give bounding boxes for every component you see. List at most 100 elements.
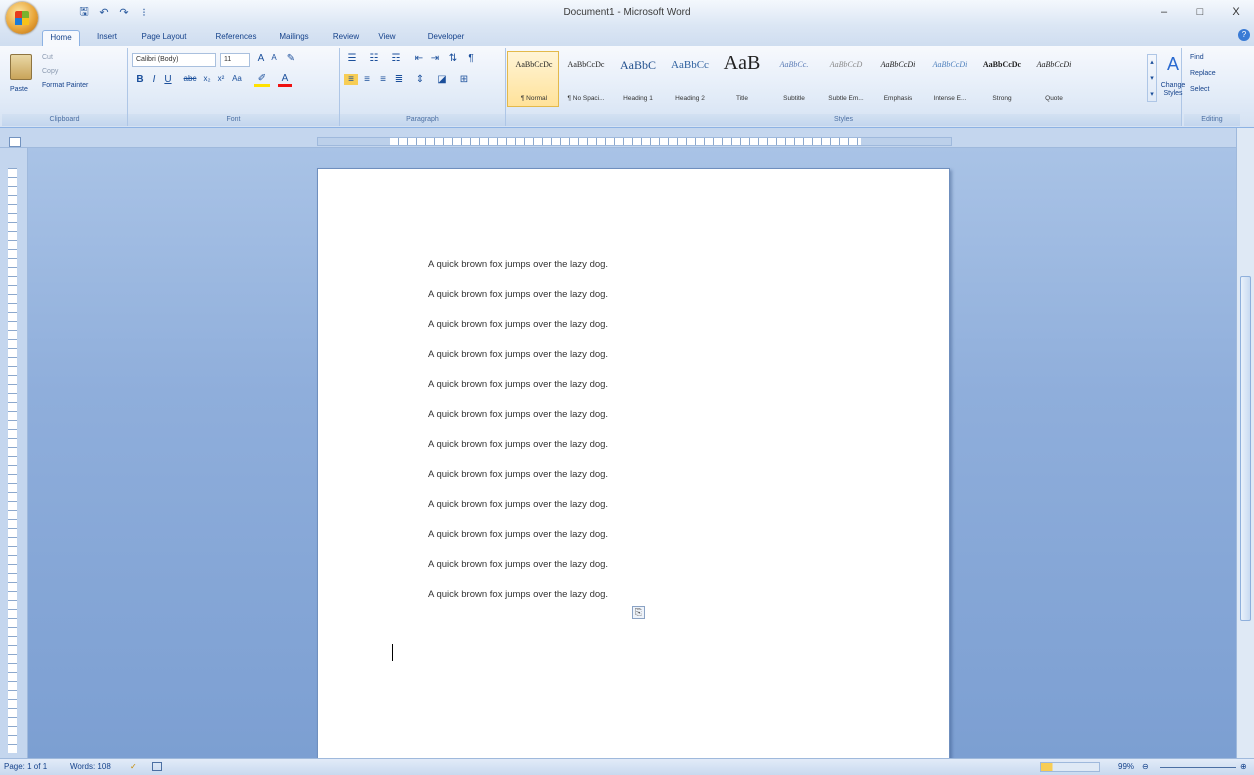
style-subtitle[interactable]: AaBbCc. Subtitle [767,51,819,107]
align-left-icon[interactable]: ≡ [344,74,358,85]
styles-scroll-icon[interactable]: ▴ ▾ ▾ [1147,54,1157,102]
numbering-icon[interactable]: ☷ [366,53,382,64]
tab-view[interactable]: View [372,30,402,46]
help-icon[interactable]: ? [1238,29,1250,41]
style-name: Heading 1 [623,95,653,102]
macro-record-icon[interactable] [152,762,162,771]
style-heading-2[interactable]: AaBbCc Heading 2 [663,51,715,107]
ribbon: Paste Cut Copy Format Painter Clipboard … [0,46,1254,128]
text-line: A quick brown fox jumps over the lazy do… [428,559,609,570]
bullets-icon[interactable]: ☰ [344,53,360,64]
style-sample: AaBbCcDi [880,60,916,69]
word-count[interactable]: Words: 108 [70,762,111,771]
style-name: Intense E... [933,95,967,102]
zoom-out-icon[interactable]: ⊖ [1142,762,1149,771]
show-formatting-icon[interactable]: ¶ [464,53,478,64]
sort-icon[interactable]: ⇅ [446,53,460,64]
italic-icon[interactable]: I [148,74,160,85]
replace-button[interactable]: Replace [1190,70,1216,77]
tab-developer[interactable]: Developer [420,30,472,46]
proofing-icon[interactable]: ✓ [130,762,137,771]
style-sample: AaBbCc. [779,60,809,69]
style-sample: AaBbCcDi [1036,60,1072,69]
zoom-level[interactable]: 99% [1118,762,1134,771]
change-case-icon[interactable]: Aa [228,74,246,83]
style-heading-1[interactable]: AaBbC Heading 1 [611,51,663,107]
justify-icon[interactable]: ≣ [392,74,406,85]
document-page[interactable]: A quick brown fox jumps over the lazy do… [317,168,950,768]
tab-review[interactable]: Review [328,30,364,46]
style-subtle-emphasis[interactable]: AaBbCcD Subtle Em... [819,51,871,107]
vertical-ruler-scale [8,168,17,753]
change-styles-button[interactable]: Change Styles [1160,82,1186,98]
cut-button[interactable]: Cut [42,54,53,61]
superscript-icon[interactable]: x² [214,74,228,83]
text-line: A quick brown fox jumps over the lazy do… [428,439,609,450]
bold-icon[interactable]: B [134,74,146,85]
text-line: A quick brown fox jumps over the lazy do… [428,589,609,600]
font-name-select[interactable]: Calibri (Body) [132,53,216,67]
shrink-font-icon[interactable]: A [268,53,280,62]
highlight-icon[interactable]: ✐ [254,73,270,87]
window-title: Document1 - Microsoft Word [563,7,691,18]
tab-selector-icon[interactable] [9,137,21,147]
style-name: Subtle Em... [828,95,864,102]
paste-button[interactable]: Paste [10,86,28,93]
style-emphasis[interactable]: AaBbCcDi Emphasis [871,51,923,107]
font-color-icon[interactable]: A [278,73,292,87]
font-size-select[interactable]: 11 [220,53,250,67]
paragraph-label: Paragraph [340,114,505,126]
format-painter-button[interactable]: Format Painter [42,82,88,89]
editing-group: Find Replace Select Editing [1184,48,1240,126]
office-logo-icon [15,11,29,25]
underline-icon[interactable]: U [162,74,174,85]
style-intense-emphasis[interactable]: AaBbCcDi Intense E... [923,51,975,107]
decrease-indent-icon[interactable]: ⇤ [412,53,426,64]
line-spacing-icon[interactable]: ⇕ [412,74,428,85]
multilevel-list-icon[interactable]: ☶ [388,53,404,64]
tab-references[interactable]: References [208,30,264,46]
zoom-in-icon[interactable]: ⊕ [1240,762,1247,771]
style-strong[interactable]: AaBbCcDc Strong [975,51,1027,107]
style-no-spacing[interactable]: AaBbCcDc ¶ No Spaci... [559,51,611,107]
borders-icon[interactable]: ⊞ [456,74,472,85]
office-button[interactable] [6,2,38,34]
tab-insert[interactable]: Insert [90,30,124,46]
tab-home[interactable]: Home [42,30,80,46]
zoom-slider[interactable] [1160,767,1236,768]
text-line: A quick brown fox jumps over the lazy do… [428,289,609,300]
align-center-icon[interactable]: ≡ [360,74,374,85]
text-line: A quick brown fox jumps over the lazy do… [428,469,609,480]
maximize-button[interactable]: □ [1190,3,1210,21]
page-count[interactable]: Page: 1 of 1 [4,762,47,771]
strikethrough-icon[interactable]: abc [182,74,198,83]
clear-formatting-icon[interactable]: ✎ [284,53,298,64]
view-buttons[interactable] [1040,762,1100,772]
paste-icon[interactable] [10,54,32,80]
copy-button[interactable]: Copy [42,68,58,75]
close-button[interactable]: X [1226,3,1246,21]
tab-mailings[interactable]: Mailings [272,30,316,46]
scrollbar-thumb[interactable] [1240,276,1251,621]
vertical-ruler[interactable] [0,148,28,758]
shading-icon[interactable]: ◪ [434,74,450,85]
ribbon-tabs: Home Insert Page Layout References Maili… [0,26,1254,46]
vertical-scrollbar[interactable] [1236,128,1254,758]
paste-options-icon[interactable]: ⎘ [632,606,645,619]
tab-page-layout[interactable]: Page Layout [136,30,192,46]
style-title[interactable]: AaB Title [715,51,767,107]
grow-font-icon[interactable]: A [254,53,268,64]
minimize-button[interactable]: – [1154,3,1174,21]
align-right-icon[interactable]: ≡ [376,74,390,85]
horizontal-ruler[interactable] [317,137,952,146]
styles-label: Styles [506,114,1181,126]
style-normal[interactable]: AaBbCcDc ¶ Normal [507,51,559,107]
style-name: Quote [1045,95,1063,102]
subscript-icon[interactable]: x₂ [200,74,214,83]
find-button[interactable]: Find [1190,54,1204,61]
change-styles-icon[interactable]: A [1164,54,1182,75]
clipboard-group: Paste Cut Copy Format Painter Clipboard [2,48,128,126]
increase-indent-icon[interactable]: ⇥ [428,53,442,64]
style-quote[interactable]: AaBbCcDi Quote [1027,51,1079,107]
select-button[interactable]: Select [1190,86,1209,93]
